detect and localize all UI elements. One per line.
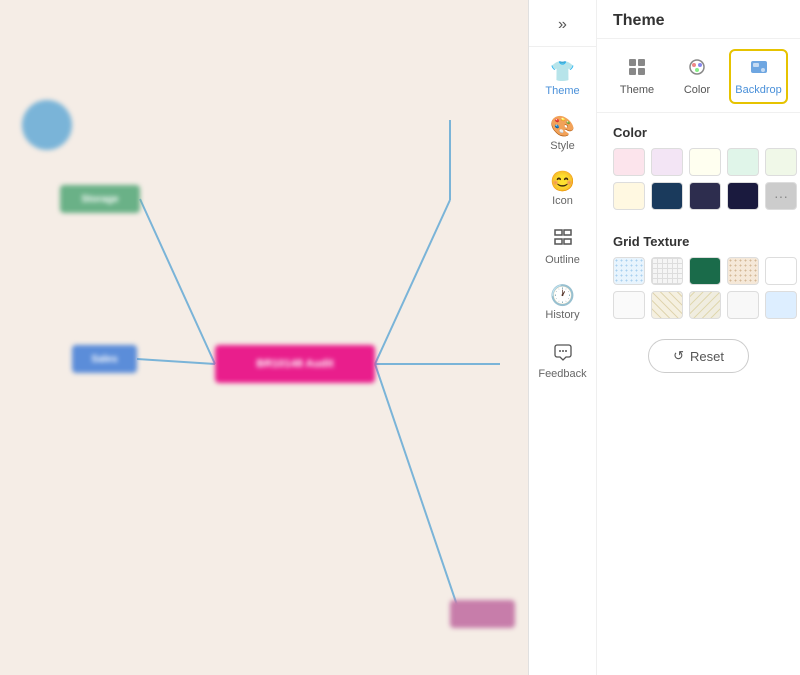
tab-theme[interactable]: Theme [609, 49, 665, 104]
reset-icon: ↺ [673, 348, 684, 364]
theme-icon: 👕 [550, 62, 575, 82]
theme-panel: Theme Theme [597, 0, 800, 675]
panel-title: Theme [597, 0, 800, 39]
tab-backdrop[interactable]: Backdrop [729, 49, 788, 104]
sidebar-item-feedback[interactable]: Feedback [529, 331, 596, 388]
sidebar-item-history[interactable]: 🕐 History [529, 276, 596, 329]
color-swatch-1[interactable] [651, 148, 683, 176]
texture-plain-1[interactable] [765, 257, 797, 285]
texture-light-blue[interactable] [765, 291, 797, 319]
outline-icon [553, 227, 573, 251]
sidebar-item-style[interactable]: 🎨 Style [529, 107, 596, 160]
texture-dots-warm[interactable] [727, 257, 759, 285]
reset-label: Reset [690, 349, 724, 364]
reset-button[interactable]: ↺ Reset [648, 339, 749, 373]
collapse-button[interactable]: » [529, 8, 596, 47]
icon-sidebar: » 👕 Theme 🎨 Style 😊 Icon Outline [529, 0, 597, 675]
icon-icon: 😊 [550, 172, 575, 192]
texture-plain-3[interactable] [727, 291, 759, 319]
sidebar-item-outline[interactable]: Outline [529, 217, 596, 274]
tab-theme-icon [627, 57, 647, 82]
texture-plain-2[interactable] [613, 291, 645, 319]
color-swatch-2[interactable] [689, 148, 721, 176]
tab-color-icon [687, 57, 707, 82]
texture-section-title: Grid Texture [597, 222, 800, 257]
color-swatch-8[interactable] [727, 182, 759, 210]
feedback-icon [553, 341, 573, 365]
history-icon: 🕐 [550, 286, 575, 306]
right-panel: » 👕 Theme 🎨 Style 😊 Icon Outline [528, 0, 800, 675]
style-icon: 🎨 [550, 117, 575, 137]
sidebar-item-icon[interactable]: 😊 Icon [529, 162, 596, 215]
color-swatch-5[interactable] [613, 182, 645, 210]
canvas-area: BR10148 Audit Storage Sales [0, 0, 528, 675]
node-bottom[interactable] [450, 600, 515, 628]
texture-solid-green[interactable] [689, 257, 721, 285]
texture-diagonal-1[interactable] [651, 291, 683, 319]
center-node[interactable]: BR10148 Audit [215, 345, 375, 383]
tab-backdrop-icon [749, 57, 769, 82]
connector-svg [0, 0, 528, 675]
reset-section: ↺ Reset [597, 331, 800, 389]
color-swatch-more[interactable]: ··· [765, 182, 797, 210]
texture-swatches-grid [597, 257, 800, 331]
color-swatches-grid: ··· [597, 148, 800, 222]
color-swatch-6[interactable] [651, 182, 683, 210]
sales-node[interactable]: Sales [72, 345, 137, 373]
tab-color[interactable]: Color [669, 49, 725, 104]
color-swatch-4[interactable] [765, 148, 797, 176]
color-swatch-7[interactable] [689, 182, 721, 210]
texture-dots-blue[interactable] [613, 257, 645, 285]
sidebar-item-theme[interactable]: 👕 Theme [529, 52, 596, 105]
tabs-row: Theme Color [597, 39, 800, 113]
storage-node[interactable]: Storage [60, 185, 140, 213]
top-circle-node[interactable] [22, 100, 72, 150]
color-section-title: Color [597, 113, 800, 148]
color-swatch-0[interactable] [613, 148, 645, 176]
color-swatch-3[interactable] [727, 148, 759, 176]
texture-grid-light[interactable] [651, 257, 683, 285]
texture-diagonal-2[interactable] [689, 291, 721, 319]
